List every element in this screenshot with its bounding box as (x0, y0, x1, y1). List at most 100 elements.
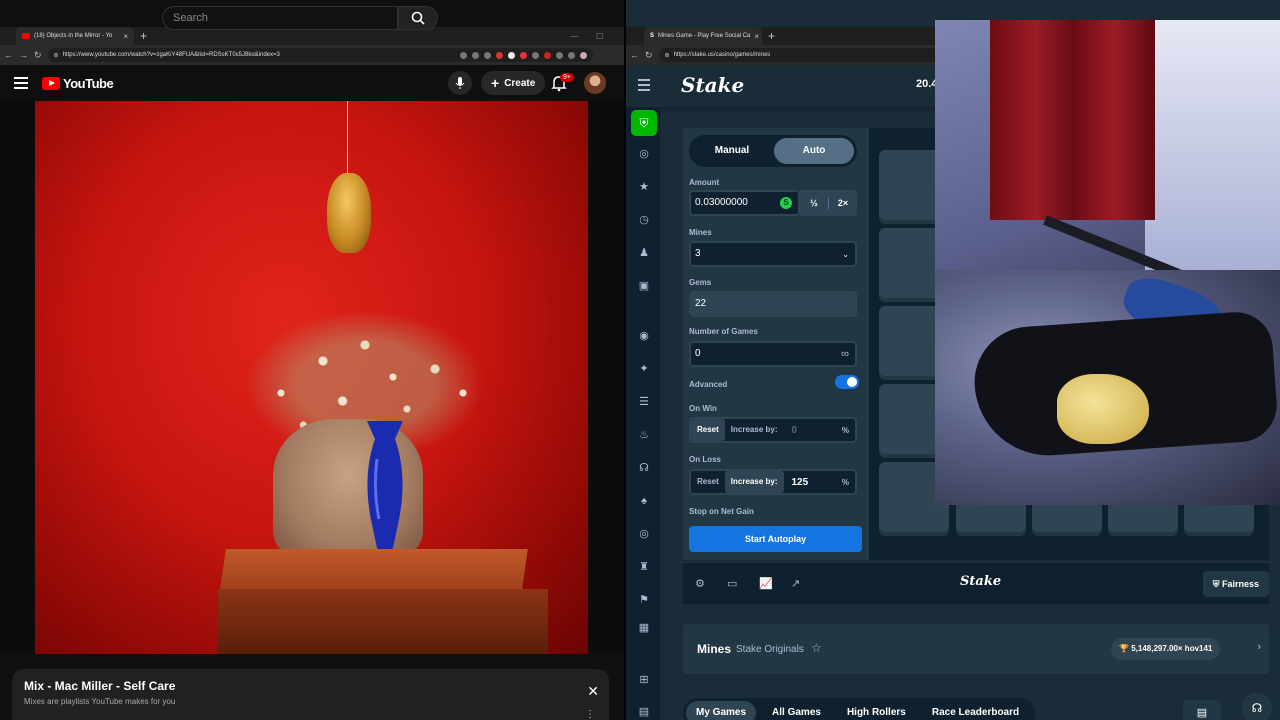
new-tab-button[interactable]: + (762, 29, 781, 43)
sidebar-originals-icon[interactable]: ◉ (637, 329, 651, 343)
support-headset-icon[interactable]: ☊ (1242, 693, 1272, 720)
chevron-right-icon[interactable]: › (1257, 641, 1261, 653)
stake-address-bar[interactable]: ⊜ https://stake.us/casino/games/mines (658, 48, 959, 62)
on-win-increase-input[interactable]: 0 (792, 425, 820, 436)
game-category[interactable]: Stake Originals (736, 644, 804, 655)
tab-auto[interactable]: Auto (774, 138, 854, 164)
sidebar-gameshows-icon[interactable]: ⚑ (637, 593, 651, 607)
on-loss-control: Reset Increase by: 125 % (689, 469, 857, 495)
sidebar-recent-icon[interactable]: ◷ (637, 213, 651, 227)
tab-my-games[interactable]: My Games (686, 701, 757, 720)
extension-icon[interactable] (459, 51, 467, 59)
bet-panel: Manual Auto Amount 0.03000000 S ½ 2× Min… (683, 128, 869, 560)
menu-icon[interactable] (14, 77, 28, 89)
voice-search-button[interactable] (448, 71, 472, 95)
search-input[interactable]: Search (162, 6, 398, 30)
extension-icon[interactable] (543, 51, 551, 59)
sidebar-blackjack-icon[interactable]: ♠ (637, 494, 651, 508)
stake-footer-logo: Stake (960, 574, 1002, 589)
live-stats-icon[interactable]: 📈 (759, 577, 773, 590)
half-amount-button[interactable]: ½ (800, 198, 828, 208)
record-badge[interactable]: 🏆 5,148,297.00× hov141 (1111, 638, 1221, 660)
reload-icon[interactable]: ↻ (34, 50, 42, 61)
sidebar-roulette-icon[interactable]: ◎ (637, 527, 651, 541)
mines-select[interactable]: 3 ⌄ (689, 241, 857, 267)
profile-icon[interactable] (579, 51, 587, 59)
sidebar-promotions-icon[interactable]: ⊞ (637, 673, 651, 687)
back-icon[interactable]: ← (4, 50, 13, 60)
amount-input[interactable]: 0.03000000 S (689, 190, 800, 216)
maximize-icon[interactable]: ☐ (596, 32, 603, 41)
sidebar-new-icon[interactable]: ✦ (637, 362, 651, 376)
site-info-icon[interactable]: ⊜ (54, 52, 59, 59)
tab-all-games[interactable]: All Games (762, 701, 831, 720)
sidebar-hot-icon[interactable]: ♨ (637, 428, 651, 442)
amount-modifiers: ½ 2× (800, 190, 857, 216)
back-icon[interactable]: ← (630, 50, 639, 60)
extension-icon[interactable] (531, 51, 539, 59)
sidebar-challenges-icon[interactable]: ♟ (637, 246, 651, 260)
extension-icon[interactable] (555, 51, 563, 59)
search-icon (411, 11, 425, 25)
youtube-logo[interactable]: YouTube (42, 76, 114, 91)
youtube-address-bar[interactable]: ⊜ https://www.youtube.com/watch?v=zgaKiY… (47, 48, 593, 62)
bookmark-star-icon[interactable] (483, 51, 491, 59)
sidebar-live-icon[interactable]: ☊ (637, 461, 651, 475)
search-button[interactable] (398, 6, 438, 30)
start-autoplay-button[interactable]: Start Autoplay (689, 526, 862, 552)
tab-close-icon[interactable]: × (123, 32, 128, 41)
tab-manual[interactable]: Manual (692, 138, 772, 164)
create-button[interactable]: + Create (481, 71, 546, 95)
site-info-icon[interactable]: ⊜ (665, 52, 670, 59)
sidebar-favorites-icon[interactable]: ★ (637, 180, 651, 194)
more-options-icon[interactable]: ⋮ (585, 709, 595, 720)
extensions-puzzle-icon[interactable] (567, 51, 575, 59)
stop-on-net-gain-label: Stop on Net Gain (689, 507, 754, 516)
extension-icon[interactable] (507, 51, 515, 59)
close-icon[interactable]: ✕ (587, 683, 599, 700)
infinity-icon[interactable]: ∞ (841, 348, 849, 360)
favorite-star-icon[interactable]: ☆ (811, 641, 822, 655)
chat-icon[interactable]: ▤ (1183, 700, 1221, 720)
art-table-top (220, 549, 528, 589)
sidebar-bets-icon[interactable]: ▣ (637, 279, 651, 293)
cam-wall (1145, 20, 1280, 280)
on-loss-reset-button[interactable]: Reset (691, 471, 725, 493)
new-tab-button[interactable]: + (134, 29, 153, 43)
sidebar-shield-icon[interactable]: ⛨ (631, 110, 657, 136)
extension-icon[interactable] (495, 51, 503, 59)
mix-title[interactable]: Mix - Mac Miller - Self Care (24, 679, 175, 693)
theatre-mode-icon[interactable]: ▭ (727, 577, 737, 590)
fairness-button[interactable]: ⛨ Fairness (1202, 571, 1269, 597)
sidebar-target-icon[interactable]: ◎ (637, 147, 651, 161)
double-amount-button[interactable]: 2× (829, 198, 857, 208)
sidebar-blog-icon[interactable]: ▤ (637, 705, 651, 719)
on-win-increase-button[interactable]: Increase by: (725, 419, 784, 441)
account-avatar[interactable] (584, 72, 606, 94)
tab-high-rollers[interactable]: High Rollers (837, 701, 916, 720)
mines-label: Mines (689, 228, 712, 237)
minimize-icon[interactable]: — (570, 32, 578, 41)
on-loss-increase-button[interactable]: Increase by: (724, 471, 784, 493)
tab-race-leaderboard[interactable]: Race Leaderboard (922, 701, 1029, 720)
number-of-games-input[interactable]: 0 ∞ (689, 341, 857, 367)
tab-close-icon[interactable]: × (754, 32, 759, 41)
sidebar-providers-icon[interactable]: ▦ (637, 621, 651, 635)
mode-switch: Manual Auto (689, 135, 857, 167)
extension-icon[interactable] (519, 51, 527, 59)
video-player[interactable] (0, 101, 624, 654)
stake-logo[interactable]: Stake (681, 73, 744, 97)
youtube-tab[interactable]: (18) Objects in the Mirror - Yo × (16, 27, 134, 45)
on-loss-increase-input[interactable]: 125 (792, 477, 820, 488)
sidebar-poker-icon[interactable]: ♜ (637, 560, 651, 574)
stake-tab[interactable]: S Mines Game - Play Free Social Ca × (644, 27, 762, 45)
settings-gear-icon[interactable]: ⚙ (695, 577, 705, 590)
extension-icon[interactable] (471, 51, 479, 59)
popout-icon[interactable]: ↗ (791, 577, 800, 590)
forward-icon[interactable]: → (19, 50, 28, 60)
stake-menu-icon[interactable] (638, 79, 650, 91)
sidebar-slots-icon[interactable]: ☰ (637, 395, 651, 409)
advanced-toggle[interactable] (835, 375, 859, 389)
on-win-reset-button[interactable]: Reset (691, 419, 725, 441)
reload-icon[interactable]: ↻ (645, 50, 653, 61)
